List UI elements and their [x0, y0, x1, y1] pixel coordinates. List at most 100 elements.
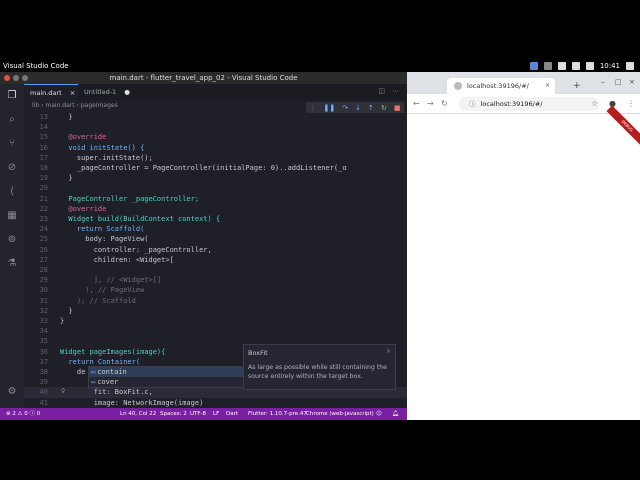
search-icon[interactable]: ⌕	[6, 114, 18, 126]
code-line[interactable]: 33}	[24, 316, 407, 326]
code-text: }	[60, 317, 65, 325]
problems-status[interactable]: ⊗ 2 ⚠ 0 ⓘ 0	[6, 408, 40, 420]
address-bar[interactable]: ⓘ localhost:39196/#/	[459, 97, 599, 111]
code-line[interactable]: 18 _pageController = PageController(init…	[24, 163, 407, 173]
code-line[interactable]: 41 image: NetworkImage(image)	[24, 398, 407, 408]
code-line[interactable]: 20	[24, 183, 407, 193]
line-number: 39	[39, 378, 48, 387]
tab-untitled[interactable]: Untitled-1 ●	[78, 84, 134, 100]
close-icon[interactable]: ×	[386, 348, 391, 355]
lightbulb-icon[interactable]: 💡︎	[61, 388, 65, 396]
maximize-window-button[interactable]	[22, 75, 28, 81]
code-text: Widget pageImages(image){	[60, 347, 166, 356]
volume-icon[interactable]	[571, 62, 580, 70]
reload-icon[interactable]: ↻	[441, 99, 448, 108]
line-ending[interactable]: LF	[213, 408, 219, 420]
settings-gear-icon[interactable]: ⚙	[6, 386, 18, 398]
code-line[interactable]: 19 }	[24, 173, 407, 183]
code-line[interactable]: 22 @override	[24, 204, 407, 214]
system-bar: Visual Studio Code 10:41	[0, 60, 640, 72]
debug-icon[interactable]: ⊘	[6, 162, 18, 174]
suggestion-item[interactable]: ▭ contain	[89, 367, 243, 377]
new-tab-button[interactable]: +	[573, 81, 581, 91]
breadcrumb-symbol[interactable]: pageImages	[81, 102, 118, 109]
cursor-position[interactable]: Ln 40, Col 22	[120, 408, 156, 420]
suggestion-item[interactable]: ▭ cover	[89, 377, 243, 387]
code-line[interactable]: 24 return Scaffold(	[24, 224, 407, 234]
line-number: 24	[39, 225, 48, 234]
power-icon[interactable]	[626, 62, 634, 70]
tab-main-dart[interactable]: main.dart ×	[24, 84, 78, 100]
dropbox-icon[interactable]	[529, 62, 538, 70]
close-window-icon[interactable]: ×	[629, 78, 635, 86]
close-icon[interactable]: ×	[70, 89, 75, 97]
encoding[interactable]: UTF-8	[190, 408, 206, 420]
code-line[interactable]: 13 }	[24, 112, 407, 122]
clock[interactable]: 10:41	[600, 60, 620, 72]
code-line[interactable]: 15 @override	[24, 132, 407, 142]
stop-icon[interactable]: ■	[394, 104, 401, 112]
explorer-icon[interactable]: ❐	[6, 90, 18, 102]
maximize-icon[interactable]: □	[615, 78, 622, 86]
close-window-button[interactable]	[4, 75, 10, 81]
line-number: 23	[39, 215, 48, 223]
source-control-icon[interactable]: ⑂	[6, 138, 18, 150]
battery-icon[interactable]	[585, 62, 594, 70]
code-line[interactable]: 16 void initState() {	[24, 143, 407, 153]
more-actions-icon[interactable]: ⋯	[392, 87, 399, 95]
chrome-window: localhost:39196/#/ × + – □ × ← → ↻ ⓘ loc…	[407, 72, 640, 420]
notifications-icon[interactable]: 🔔︎	[392, 408, 399, 420]
close-icon[interactable]: ×	[545, 78, 550, 94]
chrome-toolbar: ← → ↻ ⓘ localhost:39196/#/ ☆ ● ⋮	[407, 94, 640, 114]
code-text: ), // PageView	[60, 286, 145, 295]
code-line[interactable]: 31 ); // Scaffold	[24, 296, 407, 306]
line-number: 17	[39, 153, 48, 162]
code-line[interactable]: 26 controller: _pageController,	[24, 245, 407, 255]
bookmark-star-icon[interactable]: ☆	[591, 99, 598, 108]
step-into-icon[interactable]: ↓	[355, 104, 361, 112]
step-over-icon[interactable]: ↷	[342, 104, 348, 112]
breadcrumb-file[interactable]: main.dart	[45, 102, 74, 109]
back-icon[interactable]: ←	[413, 99, 420, 108]
extensions-icon[interactable]: ▦	[6, 210, 18, 222]
code-text: fit: BoxFit.c,	[60, 388, 153, 397]
unsaved-dot-icon[interactable]: ●	[124, 88, 130, 96]
language-mode[interactable]: Dart	[226, 408, 238, 420]
tab-label: Untitled-1	[84, 88, 117, 96]
wifi-icon[interactable]	[557, 62, 566, 70]
feedback-icon[interactable]: ☺	[376, 408, 382, 420]
forward-icon[interactable]: →	[427, 99, 434, 108]
menu-icon[interactable]: ⋮	[627, 99, 635, 108]
pause-icon[interactable]: ❚❚	[324, 104, 336, 112]
restart-icon[interactable]: ↻	[381, 104, 387, 112]
code-line[interactable]: 32 }	[24, 306, 407, 316]
step-out-icon[interactable]: ↑	[368, 104, 374, 112]
code-line[interactable]: 28	[24, 265, 407, 275]
breadcrumb-lib[interactable]: lib	[32, 102, 39, 109]
activity-bar: ❐ ⌕ ⑂ ⊘ ⟨ ▦ ⊚ ⚗ ⚙	[0, 84, 24, 408]
test-icon[interactable]: ⚗	[6, 258, 18, 270]
minimize-icon[interactable]: –	[601, 78, 605, 86]
split-editor-icon[interactable]: ◫	[378, 87, 385, 95]
minimize-window-button[interactable]	[13, 75, 19, 81]
line-number: 27	[39, 255, 48, 264]
screen-icon[interactable]	[543, 62, 552, 70]
remote-icon[interactable]: ⊚	[6, 234, 18, 246]
code-line[interactable]: 27 children: <Widget>[	[24, 255, 407, 265]
code-line[interactable]: 30 ), // PageView	[24, 285, 407, 295]
code-line[interactable]: 29 ], // <Widget>[]	[24, 275, 407, 285]
flutter-version[interactable]: Flutter: 1.10.7-pre.47	[248, 408, 307, 420]
indent-spaces[interactable]: Spaces: 2	[160, 408, 187, 420]
code-line[interactable]: 23 Widget build(BuildContext context) {	[24, 214, 407, 224]
code-line[interactable]: 34	[24, 326, 407, 336]
chrome-tab[interactable]: localhost:39196/#/ ×	[447, 78, 555, 94]
code-line[interactable]: 14	[24, 122, 407, 132]
code-line[interactable]: 25 body: PageView(	[24, 234, 407, 244]
code-line[interactable]: 17 super.initState();	[24, 153, 407, 163]
code-line[interactable]: 21 PageController _pageController;	[24, 194, 407, 204]
drag-handle-icon[interactable]: ⋮	[310, 104, 317, 112]
device-selector[interactable]: Chrome (web-javascript)	[306, 408, 374, 420]
flutter-icon[interactable]: ⟨	[6, 186, 18, 198]
window-controls	[4, 75, 28, 81]
code-text: de	[60, 368, 86, 376]
